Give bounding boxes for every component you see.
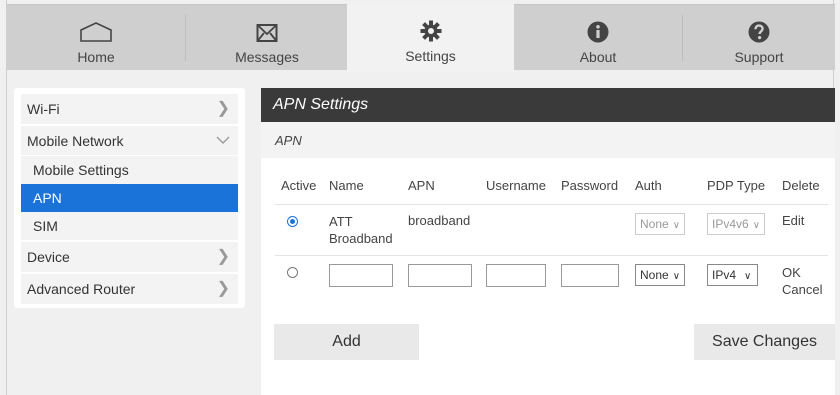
sidebar-item-wifi[interactable]: Wi-Fi ❯ bbox=[21, 94, 238, 124]
top-nav: Home Messages Settings About Support bbox=[7, 4, 835, 72]
section-title: APN bbox=[261, 122, 835, 158]
table-header-row: Active Name APN Username Password Auth P… bbox=[275, 170, 829, 205]
ok-link[interactable]: OK bbox=[782, 264, 822, 281]
auth-select-value: None bbox=[640, 267, 669, 282]
password-input[interactable] bbox=[561, 263, 619, 287]
chevron-down-icon: ∨ bbox=[752, 219, 761, 231]
tab-settings[interactable]: Settings bbox=[347, 4, 514, 72]
apn-password bbox=[555, 204, 629, 256]
username-input[interactable] bbox=[486, 263, 546, 287]
auth-select[interactable]: None ∨ bbox=[635, 263, 686, 286]
sidebar-subitem-sim[interactable]: SIM bbox=[21, 212, 238, 240]
tab-about-label: About bbox=[579, 49, 617, 65]
sidebar-subitem-apn[interactable]: APN bbox=[21, 184, 238, 212]
chevron-right-icon: ❯ bbox=[216, 100, 230, 117]
save-changes-button[interactable]: Save Changes bbox=[694, 324, 835, 360]
apn-value: broadband bbox=[402, 204, 480, 256]
info-icon bbox=[587, 13, 609, 43]
cancel-link[interactable]: Cancel bbox=[782, 281, 822, 298]
auth-select: None ∨ bbox=[635, 212, 686, 235]
apn-username bbox=[480, 204, 555, 256]
auth-select-value: None bbox=[640, 216, 669, 231]
active-radio[interactable] bbox=[287, 266, 298, 278]
tab-messages[interactable]: Messages bbox=[186, 5, 348, 71]
pdp-type-select: IPv4v6 ∨ bbox=[707, 212, 766, 235]
sidebar: Wi-Fi ❯ Mobile Network Mobile Settings A… bbox=[14, 88, 245, 308]
tab-support-label: Support bbox=[734, 49, 784, 65]
chevron-right-icon: ❯ bbox=[216, 280, 230, 297]
table-row: ATT Broadband broadband None∨ IPv4v6∨ bbox=[275, 204, 829, 256]
add-button[interactable]: Add bbox=[274, 324, 419, 360]
sidebar-item-label: Device bbox=[27, 249, 70, 265]
tab-about[interactable]: About bbox=[514, 5, 682, 71]
tab-messages-label: Messages bbox=[235, 49, 299, 65]
panel-title: APN Settings bbox=[261, 88, 835, 122]
app-frame: Home Messages Settings About Support Wi-… bbox=[6, 0, 835, 395]
chevron-down-icon: ∨ bbox=[672, 270, 681, 282]
edit-link[interactable]: Edit bbox=[782, 213, 804, 228]
sidebar-item-advanced-router[interactable]: Advanced Router ❯ bbox=[21, 274, 238, 304]
tab-settings-label: Settings bbox=[405, 48, 456, 64]
chevron-down-icon: ∨ bbox=[744, 270, 752, 282]
column-header: APN bbox=[402, 170, 480, 205]
active-radio[interactable] bbox=[287, 215, 298, 227]
sidebar-item-label: Mobile Network bbox=[27, 133, 124, 149]
pdp-type-select-value: IPv4v6 bbox=[712, 216, 749, 231]
sidebar-item-device[interactable]: Device ❯ bbox=[21, 242, 238, 272]
envelope-icon bbox=[256, 13, 278, 43]
chevron-down-icon: ∨ bbox=[672, 219, 681, 231]
column-header: Delete bbox=[776, 170, 829, 205]
column-header: Auth bbox=[629, 170, 701, 205]
home-icon bbox=[79, 13, 113, 43]
apn-settings-panel: APN Settings APN Active Name APN Usernam… bbox=[261, 88, 835, 395]
column-header: Password bbox=[555, 170, 629, 205]
pdp-type-select[interactable]: IPv4 ∨ bbox=[707, 263, 759, 286]
chevron-down-icon bbox=[216, 126, 230, 156]
sidebar-group-mobile-network: Mobile Network Mobile Settings APN SIM bbox=[21, 126, 238, 240]
gear-icon bbox=[420, 12, 442, 42]
tab-home[interactable]: Home bbox=[7, 5, 185, 71]
chevron-right-icon: ❯ bbox=[216, 248, 230, 265]
apn-name: ATT Broadband bbox=[329, 213, 393, 246]
column-header: Active bbox=[275, 170, 323, 205]
apn-table: Active Name APN Username Password Auth P… bbox=[275, 170, 829, 307]
column-header: Username bbox=[480, 170, 555, 205]
sidebar-item-label: Wi-Fi bbox=[27, 101, 60, 117]
name-input[interactable] bbox=[329, 263, 393, 287]
sidebar-subitem-mobile-settings[interactable]: Mobile Settings bbox=[21, 156, 238, 184]
apn-input[interactable] bbox=[408, 263, 472, 287]
column-header: PDP Type bbox=[701, 170, 776, 205]
sidebar-item-label: Advanced Router bbox=[27, 281, 136, 297]
tab-support[interactable]: Support bbox=[683, 5, 835, 71]
tab-home-label: Home bbox=[77, 49, 115, 65]
table-row-new: None ∨ IPv4 ∨ OK Cancel bbox=[275, 255, 828, 307]
help-icon bbox=[748, 13, 770, 43]
pdp-type-select-value: IPv4 bbox=[712, 267, 737, 282]
column-header: Name bbox=[323, 170, 402, 205]
sidebar-item-mobile-network[interactable]: Mobile Network bbox=[21, 126, 238, 156]
